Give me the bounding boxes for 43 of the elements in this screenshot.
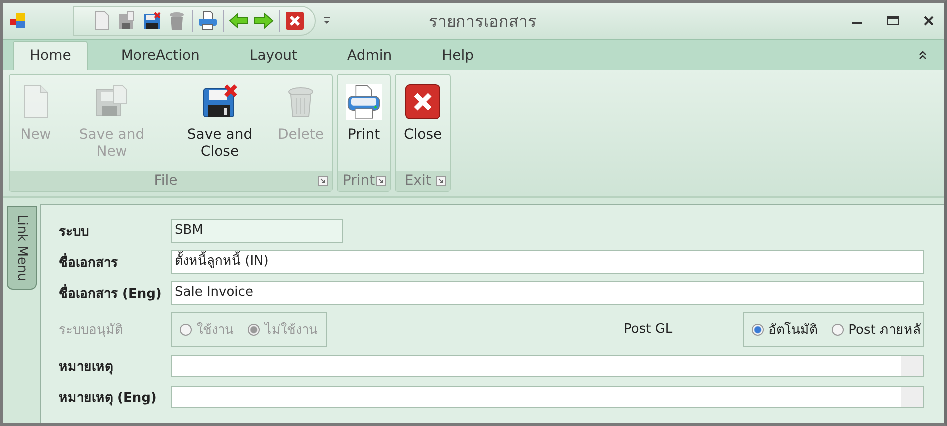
field-label: Post GL <box>624 322 673 337</box>
back-arrow-icon[interactable] <box>229 11 249 31</box>
ribbon-tab[interactable]: MoreAction <box>104 41 217 70</box>
printer-icon[interactable] <box>198 11 218 31</box>
field-label: ชื่อเอกสาร (Eng) <box>59 284 163 304</box>
close-icon[interactable] <box>285 11 305 31</box>
memo-field[interactable] <box>171 386 924 408</box>
group-label: Print <box>342 173 376 189</box>
field-label: ระบบอนุมัติ <box>59 322 124 340</box>
dialog-launcher-icon[interactable] <box>436 176 446 186</box>
customize-menu-icon[interactable] <box>322 16 332 26</box>
memo-field[interactable] <box>171 355 924 377</box>
app-icon <box>9 12 27 30</box>
ribbon-button[interactable]: Close <box>400 79 446 171</box>
ribbon-button[interactable]: Save and Close <box>166 79 274 171</box>
forward-arrow-icon[interactable] <box>254 11 274 31</box>
window-title: รายการเอกสาร <box>428 10 538 32</box>
field-label: หมายเหตุ <box>59 358 114 376</box>
field-label: ชื่อเอกสาร <box>59 252 119 272</box>
printer-icon <box>346 83 382 121</box>
text-field[interactable]: SBM <box>171 219 343 243</box>
radio-label: ไม่ใช้งาน <box>265 321 318 340</box>
close-icon <box>405 83 442 121</box>
field-label: ระบบ <box>59 224 90 242</box>
field-label: หมายเหตุ (Eng) <box>59 390 158 408</box>
group-label: Exit <box>404 173 432 189</box>
text-field[interactable]: ตั้งหนี้ลูกหนี้ (IN) <box>171 250 924 274</box>
radio-label: ใช้งาน <box>197 322 234 340</box>
ribbon-tab[interactable]: Help <box>425 41 492 70</box>
close-icon[interactable] <box>922 14 936 28</box>
radio-label: อัตโนมัติ <box>768 321 818 340</box>
dialog-launcher-icon[interactable] <box>376 176 386 186</box>
maximize-icon[interactable] <box>886 14 900 28</box>
ribbon-tab[interactable]: Admin <box>330 41 410 70</box>
side-tab[interactable]: Link Menu <box>7 206 37 290</box>
dialog-launcher-icon[interactable] <box>318 176 328 186</box>
collapse-ribbon-icon[interactable] <box>918 50 928 60</box>
radio-label: Post ภายหลั <box>848 322 921 340</box>
group-label: File <box>153 173 179 189</box>
text-field[interactable]: Sale Invoice <box>171 281 924 305</box>
ribbon-tab[interactable]: Home <box>13 41 88 70</box>
ribbon-tab[interactable]: Layout <box>232 41 314 70</box>
ribbon-button[interactable]: Print <box>342 79 386 171</box>
